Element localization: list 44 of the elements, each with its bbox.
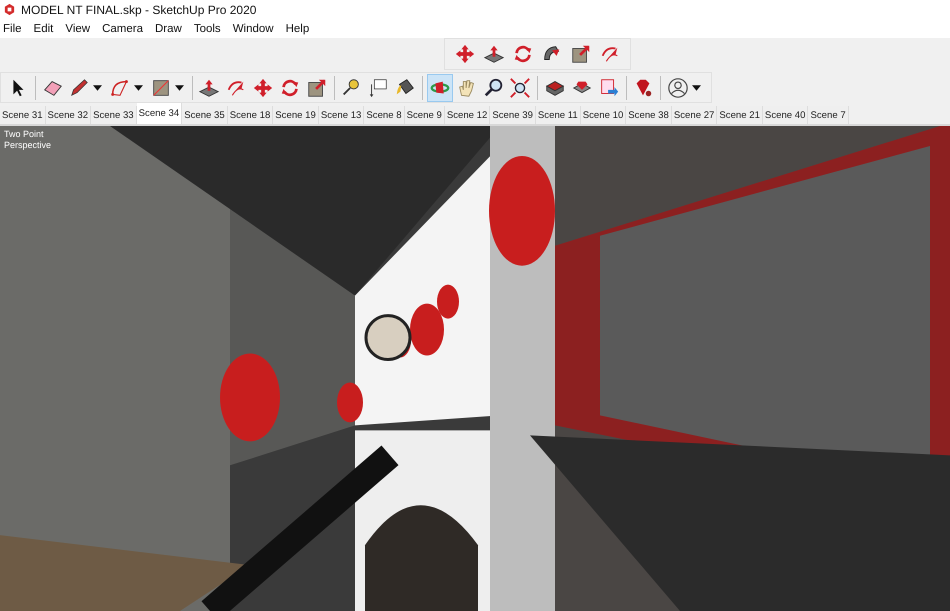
scene-tab[interactable]: Scene 39 [490,106,536,124]
magnifier-icon [482,76,504,98]
move-arrows-icon [454,43,476,65]
scene-tab[interactable]: Scene 38 [626,106,672,124]
caret-icon[interactable] [93,84,102,90]
window-title: MODEL NT FINAL.skp - SketchUp Pro 2020 [21,2,256,16]
scene-tab[interactable]: Scene 21 [717,106,763,124]
scene-tab[interactable]: Scene 18 [228,106,274,124]
menu-item[interactable]: Camera [102,22,143,34]
scene-tab[interactable]: Scene 13 [318,106,364,124]
rotate-arrows-icon [512,43,534,65]
camera-mode-label: Two Point Perspective [4,129,52,151]
menu-item[interactable]: Draw [154,22,182,34]
zoom-extents-icon [509,76,532,98]
scene-tab[interactable]: Scene 32 [46,106,92,124]
scene-tab[interactable]: Scene 19 [273,106,319,124]
move-arrows-icon [252,76,274,98]
user-account-icon [667,76,690,98]
scene-tab[interactable]: Scene 27 [672,106,718,124]
text-label-icon [367,76,390,98]
push-pull-icon [483,43,505,65]
menu-item[interactable]: Tools [194,22,221,34]
scene-tab[interactable]: Scene 9 [404,106,445,124]
scene-tab[interactable]: Scene 34 [136,103,182,124]
scene-tab[interactable]: Scene 31 [0,106,46,124]
scale-icon [570,43,592,65]
menu-item[interactable]: Edit [34,22,54,34]
caret-icon[interactable] [174,84,184,90]
menu-item[interactable]: View [65,22,90,34]
menu-item[interactable]: Help [286,22,310,34]
caret-icon[interactable] [692,84,702,90]
caret-icon[interactable] [134,84,144,90]
scene-tab[interactable]: Scene 12 [444,106,490,124]
app-icon [3,3,16,16]
scene-tab[interactable]: Scene 33 [91,106,137,124]
scene-tab[interactable]: Scene 40 [762,106,808,124]
scene-tab[interactable]: Scene 7 [808,106,849,124]
scene-tab[interactable]: Scene 10 [580,106,626,124]
menu-item[interactable]: Window [232,22,274,34]
scene-tab[interactable]: Scene 35 [182,106,228,124]
scene-tab[interactable]: Scene 11 [536,106,581,124]
pencil-icon [68,76,90,98]
menu-item[interactable]: File [3,22,22,34]
scene-tab[interactable]: Scene 8 [364,106,405,124]
